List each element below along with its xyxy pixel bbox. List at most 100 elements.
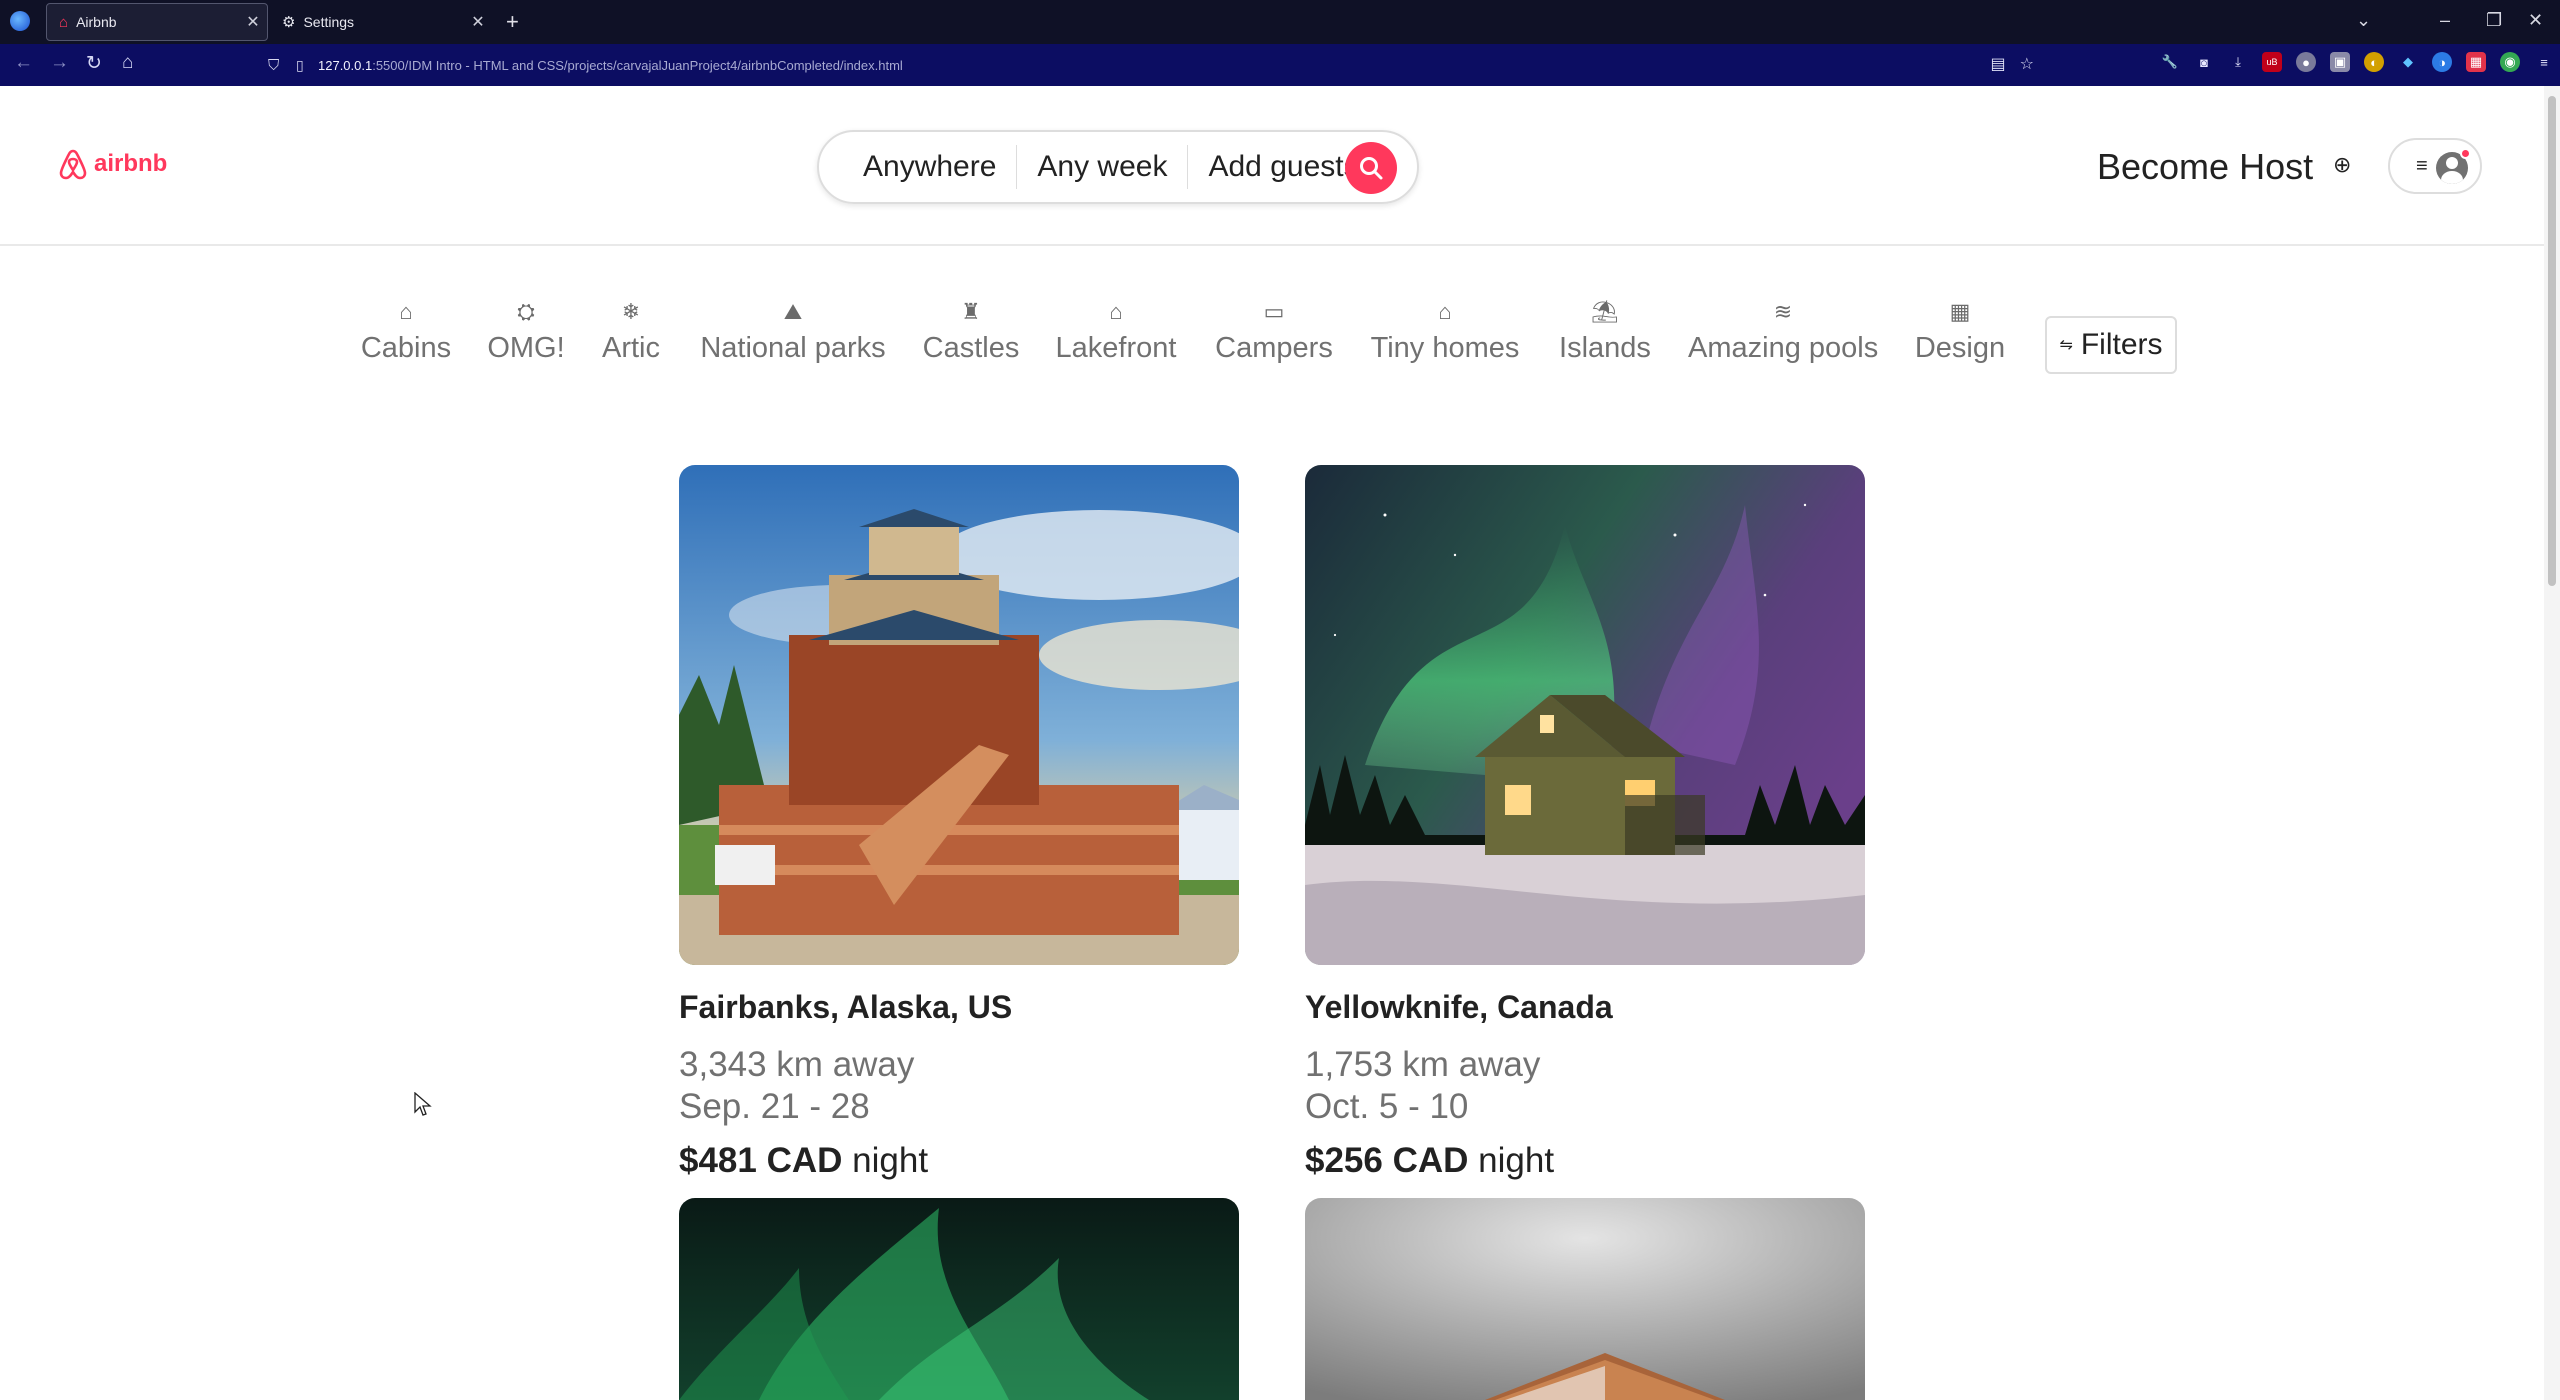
category-label: Amazing pools bbox=[1688, 332, 1879, 364]
category-campers[interactable]: ▭ Campers bbox=[1214, 296, 1334, 368]
search-bar[interactable]: Anywhere Any week Add guests bbox=[817, 130, 1419, 204]
category-label: Artic bbox=[602, 332, 660, 364]
user-menu-button[interactable]: ≡ bbox=[2388, 138, 2482, 194]
url-path: :5500/IDM Intro - HTML and CSS/projects/… bbox=[372, 57, 903, 73]
design-icon: ▦ bbox=[1949, 299, 1971, 324]
new-tab-button[interactable]: + bbox=[506, 9, 519, 35]
gear-icon: ⚙ bbox=[282, 14, 296, 31]
airbnb-logo-icon bbox=[59, 149, 87, 180]
filters-label: Filters bbox=[2080, 328, 2163, 361]
page-viewport: airbnb Anywhere Any week Add guests Beco… bbox=[0, 86, 2544, 1400]
category-national-parks[interactable]: ⛰ National parks bbox=[694, 296, 892, 368]
download-icon[interactable]: ⤓ bbox=[2228, 52, 2248, 72]
extension-icon[interactable]: ▣ bbox=[2330, 52, 2350, 72]
extension-icon[interactable]: ◐ bbox=[2364, 52, 2384, 72]
listing-photo[interactable] bbox=[679, 1198, 1239, 1400]
tiny-home-icon: ⌂ bbox=[1438, 299, 1452, 324]
listing-dates: Sep. 21 - 28 bbox=[679, 1087, 870, 1126]
category-label: Design bbox=[1914, 332, 2006, 364]
page-scrollbar[interactable] bbox=[2544, 86, 2560, 1400]
category-label: National parks bbox=[700, 332, 886, 364]
category-design[interactable]: ▦ Design bbox=[1914, 296, 2006, 368]
airbnb-logo[interactable]: airbnb bbox=[58, 148, 167, 180]
search-icon bbox=[1360, 157, 1383, 180]
site-header: airbnb Anywhere Any week Add guests Beco… bbox=[0, 86, 2544, 246]
close-tab-icon[interactable]: ✕ bbox=[464, 12, 492, 32]
category-lakefront[interactable]: ⌂ Lakefront bbox=[1052, 296, 1180, 368]
category-label: Cabins bbox=[360, 332, 452, 364]
minimize-button[interactable]: – bbox=[2440, 10, 2450, 31]
listing-location[interactable]: Yellowknife, Canada bbox=[1305, 989, 1613, 1026]
listing-photo[interactable] bbox=[1305, 465, 1865, 965]
category-cabins[interactable]: ⌂ Cabins bbox=[360, 296, 452, 368]
address-bar[interactable]: ⛉ ▯ 127.0.0.1:5500/IDM Intro - HTML and … bbox=[268, 50, 2048, 80]
category-artic[interactable]: ❄ Artic bbox=[596, 296, 666, 368]
extension-icon[interactable]: ◆ bbox=[2398, 52, 2418, 72]
become-host-link[interactable]: Become Host bbox=[2097, 146, 2313, 188]
tab-airbnb[interactable]: ⌂ Airbnb ✕ bbox=[46, 3, 268, 41]
ufo-icon: ⛭ bbox=[517, 299, 535, 324]
shield-icon[interactable]: ⛉ bbox=[268, 57, 296, 74]
home-button[interactable]: ⌂ bbox=[122, 52, 133, 74]
filters-button[interactable]: ⇋ Filters bbox=[2045, 316, 2177, 374]
camper-icon: ▭ bbox=[1263, 299, 1285, 324]
close-tab-icon[interactable]: ✕ bbox=[239, 12, 267, 32]
listing-card[interactable] bbox=[679, 1198, 1239, 1400]
category-label: Lakefront bbox=[1055, 332, 1177, 364]
category-label: Islands bbox=[1559, 332, 1651, 364]
extension-toolbar: 🔧 ◙ ⤓ uB ● ▣ ◐ ◆ ◑ ▦ ◉ ≡ bbox=[2160, 52, 2554, 72]
search-button[interactable] bbox=[1345, 142, 1397, 194]
park-icon: ⛰ bbox=[783, 299, 803, 324]
reload-button[interactable]: ↻ bbox=[86, 52, 102, 75]
listing-location[interactable]: Fairbanks, Alaska, US bbox=[679, 989, 1012, 1026]
cabin-grey-sky-image bbox=[1305, 1198, 1865, 1400]
price-amount: $481 CAD bbox=[679, 1141, 843, 1180]
category-label: Castles bbox=[922, 332, 1020, 364]
menu-icon: ≡ bbox=[2416, 154, 2428, 177]
tab-label: Settings bbox=[303, 14, 355, 30]
forward-button[interactable]: → bbox=[50, 52, 69, 74]
extension-icon[interactable]: ▦ bbox=[2466, 52, 2486, 72]
listing-photo[interactable] bbox=[679, 465, 1239, 965]
scrollbar-thumb[interactable] bbox=[2548, 96, 2556, 586]
ublock-icon[interactable]: uB bbox=[2262, 52, 2282, 72]
snowflake-icon: ❄ bbox=[621, 299, 641, 324]
search-when[interactable]: Any week bbox=[1017, 145, 1187, 189]
extension-icon[interactable]: ◑ bbox=[2432, 52, 2452, 72]
listing-card[interactable] bbox=[1305, 1198, 1865, 1400]
globe-icon[interactable]: ⊕ bbox=[2333, 152, 2351, 178]
listing-photo[interactable] bbox=[1305, 1198, 1865, 1400]
logo-text: airbnb bbox=[94, 150, 168, 177]
url-host: 127.0.0.1 bbox=[318, 57, 373, 73]
restore-button[interactable]: ❐ bbox=[2486, 10, 2502, 31]
search-where[interactable]: Anywhere bbox=[819, 145, 1016, 189]
category-omg[interactable]: ⛭ OMG! bbox=[484, 296, 568, 368]
listing-card[interactable]: Yellowknife, Canada 1,753 km away Oct. 5… bbox=[1305, 465, 1865, 1180]
back-button[interactable]: ← bbox=[14, 52, 33, 74]
castle-icon: ♜ bbox=[961, 299, 981, 324]
price-unit: night bbox=[852, 1141, 929, 1180]
mouse-cursor-icon bbox=[414, 1092, 432, 1116]
tab-settings[interactable]: ⚙ Settings ✕ bbox=[270, 3, 492, 41]
extension-icon[interactable]: ● bbox=[2296, 52, 2316, 72]
pocket-icon[interactable]: ◙ bbox=[2194, 52, 2214, 72]
page-icon: ▯ bbox=[296, 56, 304, 73]
sliders-icon: ⇋ bbox=[2059, 337, 2073, 354]
category-label: Tiny homes bbox=[1370, 332, 1520, 364]
close-window-button[interactable]: ✕ bbox=[2528, 10, 2543, 31]
category-castles[interactable]: ♜ Castles bbox=[920, 296, 1022, 368]
tab-list-chevron-icon[interactable]: ⌄ bbox=[2356, 10, 2371, 31]
listing-distance: 3,343 km away bbox=[679, 1045, 915, 1084]
category-islands[interactable]: ⛱ Islands bbox=[1558, 296, 1652, 368]
app-menu-icon[interactable]: ≡ bbox=[2534, 52, 2554, 72]
category-tiny-homes[interactable]: ⌂ Tiny homes bbox=[1368, 296, 1522, 368]
extension-icon[interactable]: ◉ bbox=[2500, 52, 2520, 72]
listing-card[interactable]: Fairbanks, Alaska, US 3,343 km away Sep.… bbox=[679, 465, 1239, 1180]
listing-dates: Oct. 5 - 10 bbox=[1305, 1087, 1469, 1126]
reader-bookmark-icons[interactable]: ▤☆ bbox=[1991, 54, 2048, 74]
wrench-icon[interactable]: 🔧 bbox=[2160, 52, 2180, 72]
listing-price: $481 CAD night bbox=[679, 1141, 928, 1181]
cabin-icon: ⌂ bbox=[399, 299, 413, 324]
browser-logo-icon[interactable] bbox=[10, 11, 30, 31]
category-amazing-pools[interactable]: ≋ Amazing pools bbox=[1688, 296, 1878, 368]
